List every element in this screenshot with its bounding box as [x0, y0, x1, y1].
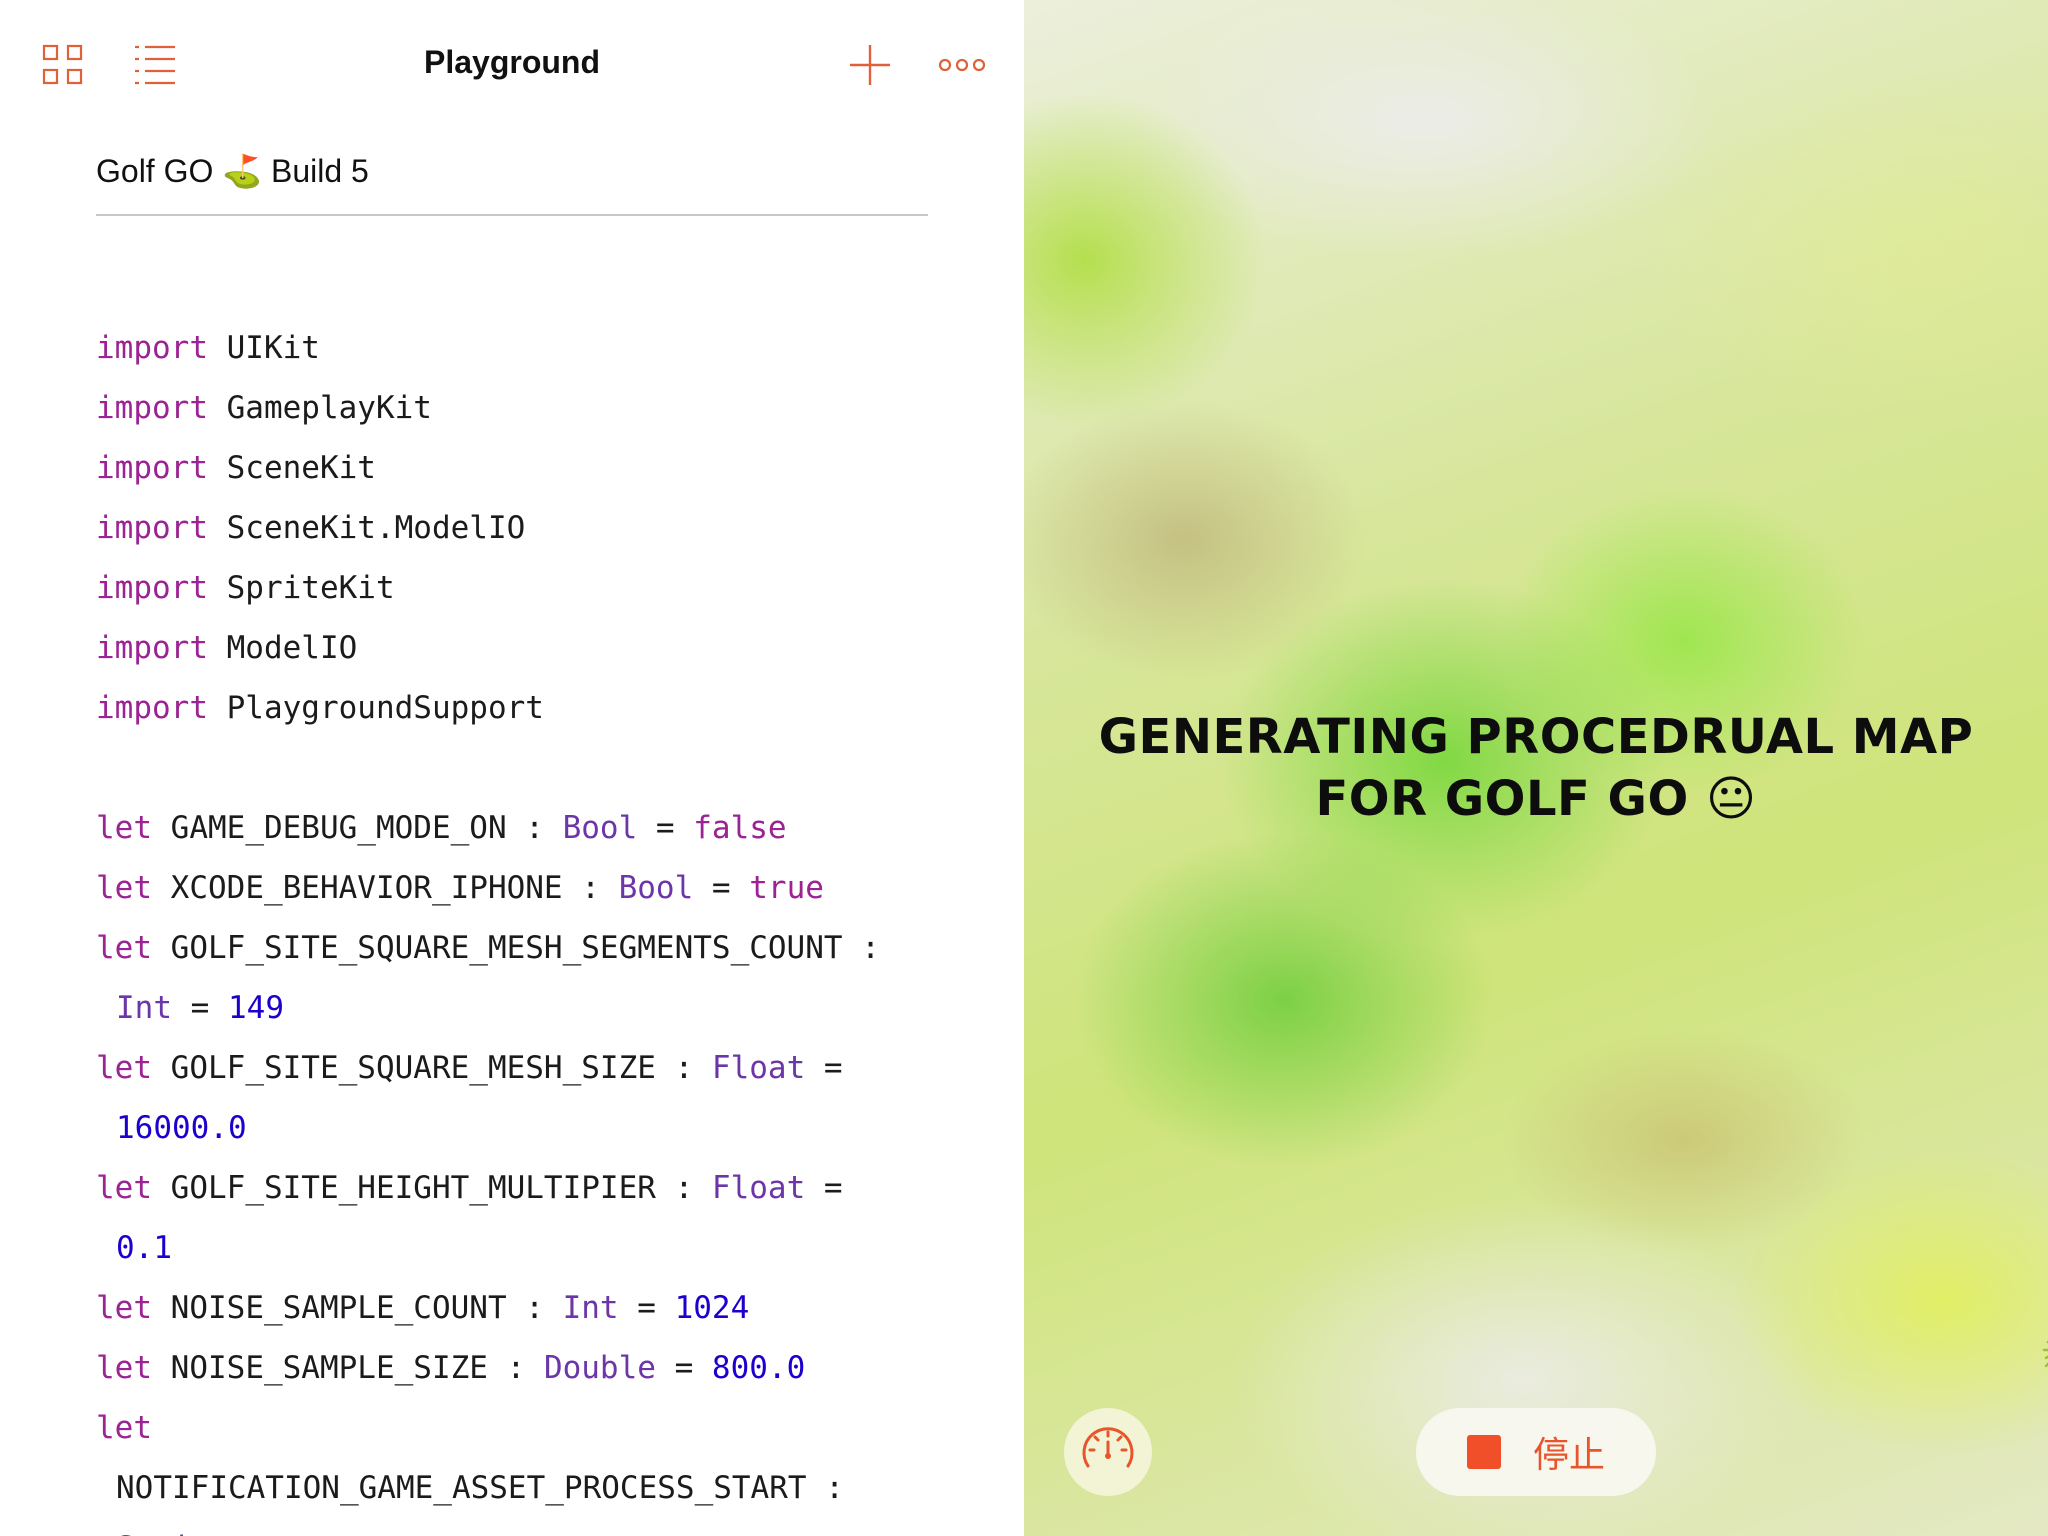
code-type: Double — [543, 1350, 656, 1386]
code-line: 16000.0 — [96, 1098, 936, 1158]
code-identifier: UIKit — [207, 330, 320, 366]
stop-icon — [1466, 1435, 1501, 1469]
code-line: 0.1 — [96, 1218, 936, 1278]
code-keyword: let — [96, 1050, 152, 1086]
code-value: 0.1 — [116, 1230, 172, 1266]
code-value: 1024 — [674, 1290, 750, 1326]
code-type: Float — [711, 1050, 806, 1086]
code-line: let — [96, 1398, 936, 1458]
code-keyword: let — [96, 1290, 152, 1326]
code-operator: = — [172, 990, 228, 1026]
code-identifier: GOLF_SITE_SQUARE_MESH_SIZE : — [152, 1050, 712, 1086]
code-keyword: import — [96, 330, 208, 366]
code-type: Int — [562, 1290, 619, 1326]
code-identifier: GOLF_SITE_HEIGHT_MULTIPIER : — [152, 1170, 712, 1206]
code-identifier: SpriteKit — [207, 570, 395, 606]
code-keyword: let — [96, 1350, 152, 1386]
code-identifier: ModelIO — [207, 630, 358, 666]
code-line: import SceneKit — [96, 438, 936, 498]
code-identifier: NOISE_SAMPLE_COUNT : — [152, 1290, 563, 1326]
code-identifier: SceneKit.ModelIO — [207, 510, 526, 546]
code-value: true — [749, 870, 824, 906]
code-operator: = — [693, 870, 750, 906]
code-keyword: import — [96, 390, 208, 426]
code-keyword: let — [96, 1410, 152, 1446]
activity-spinner-icon — [2024, 1336, 2048, 1376]
code-identifier: PlaygroundSupport — [207, 690, 544, 726]
code-identifier: GOLF_SITE_SQUARE_MESH_SEGMENTS_COUNT : — [152, 930, 880, 966]
code-line: let NOISE_SAMPLE_SIZE : Double = 800.0 — [96, 1338, 936, 1398]
code-value: 16000.0 — [116, 1110, 247, 1146]
code-operator: = — [655, 1350, 712, 1386]
code-value: 800.0 — [711, 1350, 806, 1386]
code-line: NOTIFICATION_GAME_ASSET_PROCESS_START : — [96, 1458, 936, 1518]
code-line: let GOLF_SITE_SQUARE_MESH_SIZE : Float = — [96, 1038, 936, 1098]
page-title[interactable]: Golf GO ⛳️ Build 5 — [96, 148, 928, 216]
code-type: String — [116, 1530, 228, 1536]
code-line: import SceneKit.ModelIO — [96, 498, 936, 558]
code-keyword: import — [96, 630, 208, 666]
code-operator: = — [637, 810, 694, 846]
code-identifier: NOISE_SAMPLE_SIZE : — [152, 1350, 544, 1386]
code-line: import SpriteKit — [96, 558, 936, 618]
code-keyword: let — [96, 1170, 152, 1206]
code-line: let GAME_DEBUG_MODE_ON : Bool = false — [96, 798, 936, 858]
code-identifier: NOTIFICATION_GAME_ASSET_PROCESS_START : — [116, 1470, 844, 1506]
code-line: String — [96, 1518, 936, 1536]
code-keyword: import — [96, 450, 208, 486]
toolbar: Playground — [0, 0, 1024, 130]
editor-pane: Playground Golf GO ⛳️ Build 5 import UIK… — [0, 0, 1024, 1536]
code-type: Float — [711, 1170, 806, 1206]
stop-label: 停止 — [1532, 1435, 1605, 1476]
speedometer-button[interactable] — [1064, 1408, 1152, 1496]
code-editor[interactable]: import UIKit import GameplayKit import Sce… — [96, 318, 936, 1536]
code-keyword: import — [96, 690, 208, 726]
code-keyword: let — [96, 810, 152, 846]
code-keyword: import — [96, 510, 208, 546]
code-operator: = — [805, 1170, 843, 1206]
code-line: import ModelIO — [96, 618, 936, 678]
code-identifier: GAME_DEBUG_MODE_ON : — [152, 810, 563, 846]
code-type: Bool — [618, 870, 694, 906]
page-title-text: Golf GO ⛳️ Build 5 — [96, 153, 369, 189]
code-identifier: XCODE_BEHAVIOR_IPHONE : — [152, 870, 619, 906]
code-line: import UIKit — [96, 318, 936, 378]
code-identifier: GameplayKit — [207, 390, 432, 426]
code-type: Bool — [562, 810, 638, 846]
code-line: let GOLF_SITE_HEIGHT_MULTIPIER : Float = — [96, 1158, 936, 1218]
code-type: Int — [116, 990, 172, 1026]
code-operator: = — [805, 1050, 843, 1086]
code-line: import GameplayKit — [96, 378, 936, 438]
code-keyword: import — [96, 570, 208, 606]
code-line: import PlaygroundSupport — [96, 678, 936, 738]
code-line: let NOISE_SAMPLE_COUNT : Int = 1024 — [96, 1278, 936, 1338]
live-view-message: GENERATING PROCEDRUAL MAP FOR GOLF GO 😐 — [1098, 709, 1974, 827]
stop-button[interactable]: 停止 — [1416, 1408, 1656, 1496]
code-operator: = — [618, 1290, 675, 1326]
code-identifier: SceneKit — [207, 450, 376, 486]
code-value: false — [693, 810, 787, 846]
speedometer-icon — [1076, 1418, 1140, 1487]
code-line: let GOLF_SITE_SQUARE_MESH_SEGMENTS_COUNT… — [96, 918, 936, 978]
code-value: 149 — [228, 990, 284, 1026]
code-keyword: let — [96, 870, 152, 906]
plus-icon[interactable] — [845, 40, 895, 90]
live-view[interactable]: GENERATING PROCEDRUAL MAP FOR GOLF GO 😐 … — [1024, 0, 2048, 1536]
code-line: let XCODE_BEHAVIOR_IPHONE : Bool = true — [96, 858, 936, 918]
code-line: Int = 149 — [96, 978, 936, 1038]
code-keyword: let — [96, 930, 152, 966]
more-icon[interactable] — [937, 40, 987, 90]
